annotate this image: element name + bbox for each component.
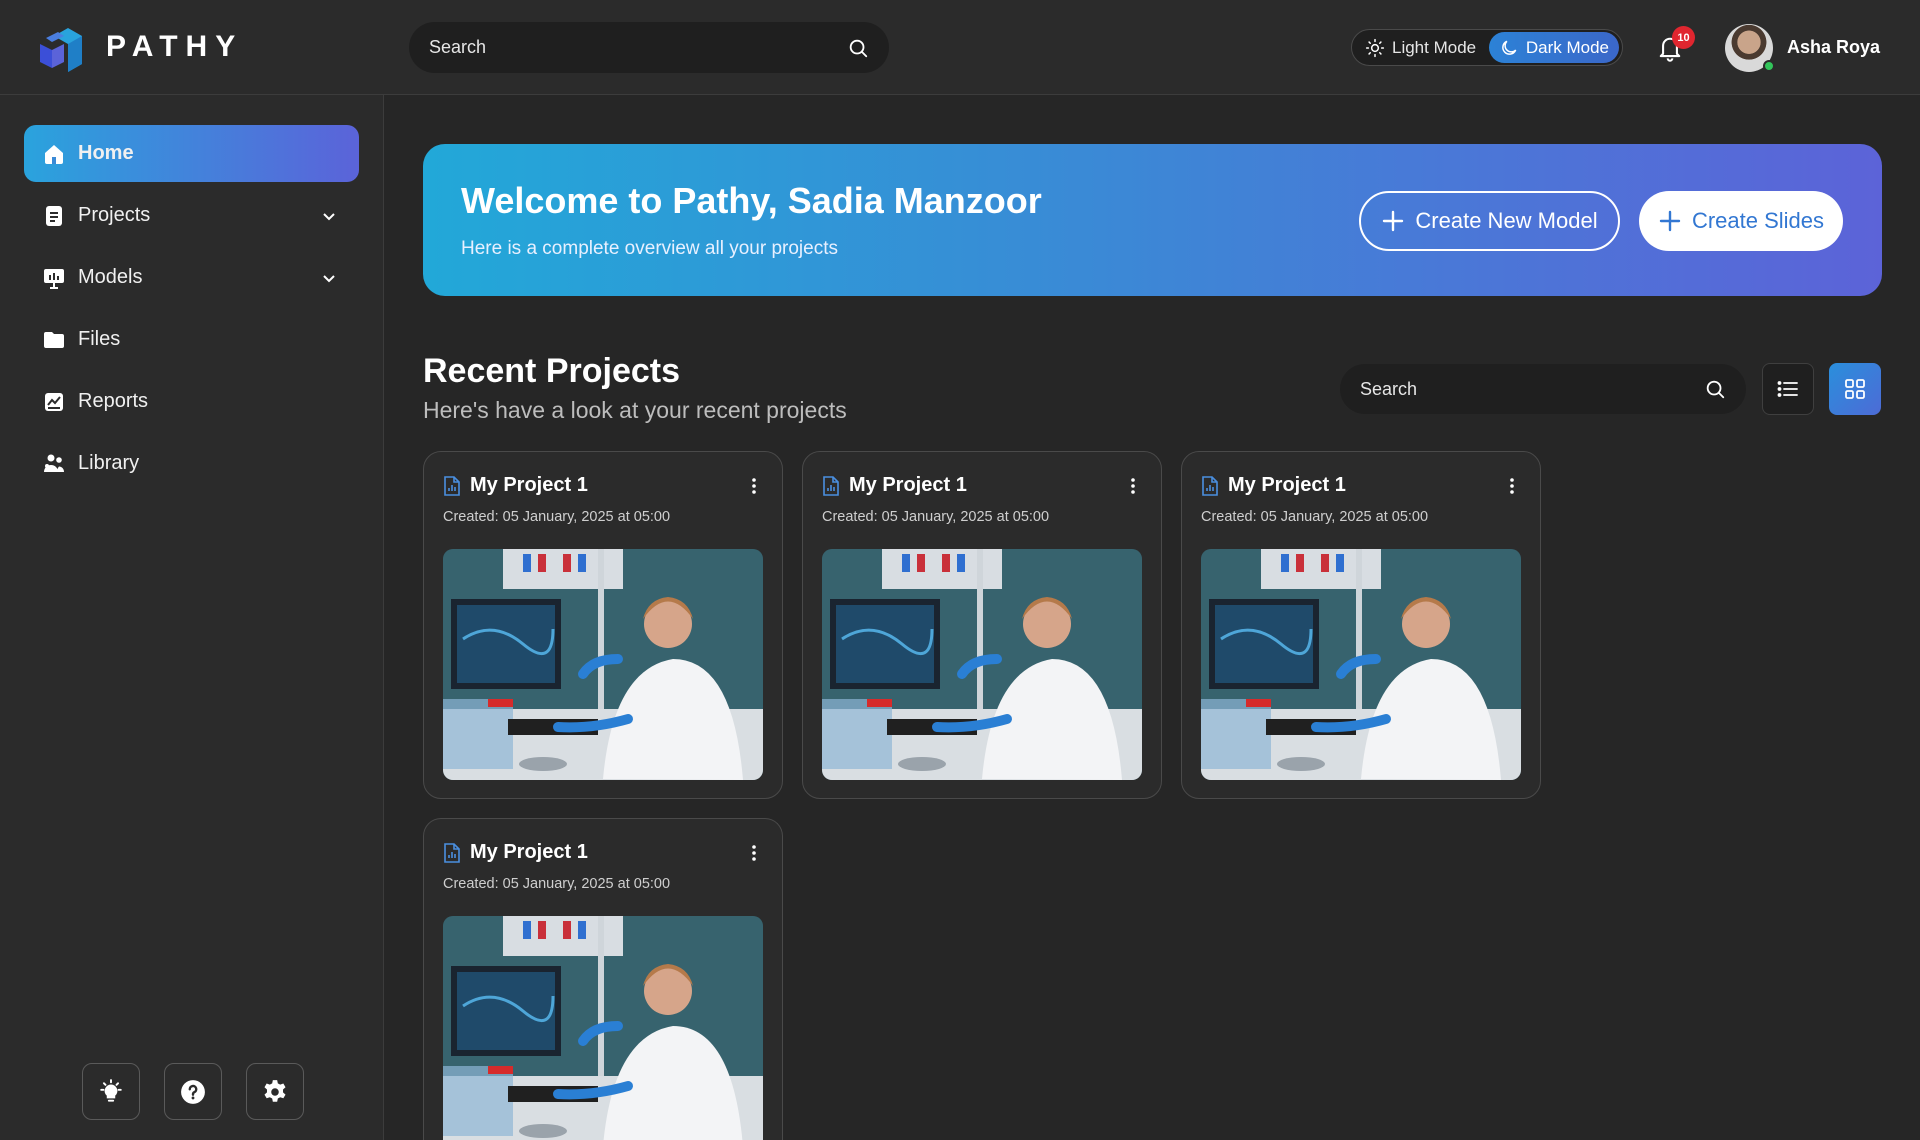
recent-projects-subtitle: Here's have a look at your recent projec… [423, 397, 847, 423]
project-card[interactable]: My Project 1 Created: 05 January, 2025 a… [802, 451, 1162, 799]
presentation-icon [44, 268, 64, 289]
sidebar-tools [82, 1063, 304, 1120]
create-new-model-label: Create New Model [1415, 208, 1598, 233]
sidebar-item-projects[interactable]: Projects [24, 187, 359, 244]
project-title[interactable]: My Project 1 [470, 841, 588, 864]
project-card[interactable]: My Project 1 Created: 05 January, 2025 a… [1181, 451, 1541, 799]
sidebar-item-home[interactable]: Home [24, 125, 359, 182]
create-slides-label: Create Slides [1691, 208, 1825, 233]
sidebar: Home Projects Models Files Reports Libra… [0, 95, 384, 1140]
create-new-model-button[interactable]: Create New Model [1359, 191, 1620, 251]
welcome-subtitle: Here is a complete overview all your pro… [461, 238, 838, 259]
more-options-icon[interactable] [750, 843, 758, 863]
projects-search-bar[interactable] [1340, 364, 1746, 414]
help-icon [181, 1079, 205, 1104]
chevron-down-icon[interactable] [321, 208, 337, 224]
project-created-date: Created: 05 January, 2025 at 05:00 [822, 509, 1050, 525]
project-title[interactable]: My Project 1 [470, 474, 588, 497]
more-options-icon[interactable] [1508, 476, 1516, 496]
light-mode-label: Light Mode [1392, 37, 1477, 57]
lab-scientist-image [443, 549, 763, 780]
sidebar-item-label: Projects [78, 204, 151, 226]
logo[interactable]: PATHY [36, 22, 243, 72]
library-icon [44, 454, 64, 472]
sidebar-item-files[interactable]: Files [24, 311, 359, 368]
moon-icon [1501, 40, 1517, 55]
project-created-date: Created: 05 January, 2025 at 05:00 [443, 876, 671, 892]
welcome-title: Welcome to Pathy, Sadia Manzoor [461, 180, 1042, 221]
project-file-icon [823, 475, 839, 496]
theme-toggle[interactable]: Light Mode Dark Mode [1351, 29, 1623, 66]
project-thumbnail[interactable] [443, 916, 763, 1140]
light-mode-option[interactable]: Light Mode [1355, 32, 1486, 63]
projects-search-input[interactable] [1360, 378, 1704, 400]
more-options-icon[interactable] [750, 476, 758, 496]
plus-icon [1383, 210, 1404, 232]
pathy-logo-icon [40, 28, 82, 72]
grid-view-button[interactable] [1829, 363, 1881, 415]
sidebar-item-label: Home [78, 142, 134, 164]
project-title[interactable]: My Project 1 [1228, 474, 1346, 497]
chevron-down-icon[interactable] [321, 270, 337, 286]
brand-name: PATHY [106, 30, 244, 63]
report-icon [45, 392, 63, 411]
settings-button[interactable] [246, 1063, 304, 1120]
global-search-bar[interactable] [409, 22, 889, 73]
sidebar-item-label: Reports [78, 390, 149, 412]
list-icon [1777, 381, 1798, 397]
folder-icon [44, 331, 64, 348]
sidebar-item-library[interactable]: Library [24, 435, 359, 492]
tips-button[interactable] [82, 1063, 140, 1120]
sidebar-item-label: Library [78, 452, 140, 474]
project-file-icon [1202, 475, 1218, 496]
welcome-banner: Welcome to Pathy, Sadia Manzoor Here is … [423, 144, 1882, 296]
notification-badge: 10 [1672, 26, 1695, 49]
recent-projects-title: Recent Projects [423, 352, 680, 390]
project-card[interactable]: My Project 1 Created: 05 January, 2025 a… [423, 818, 783, 1140]
dark-mode-label: Dark Mode [1525, 37, 1609, 57]
more-options-icon[interactable] [1129, 476, 1137, 496]
top-bar: PATHY Light Mode Dark Mode 1 [0, 0, 1920, 95]
project-thumbnail[interactable] [1201, 549, 1521, 780]
grid-icon [1845, 379, 1865, 399]
project-title[interactable]: My Project 1 [849, 474, 967, 497]
project-thumbnail[interactable] [822, 549, 1142, 780]
sidebar-item-models[interactable]: Models [24, 249, 359, 306]
project-created-date: Created: 05 January, 2025 at 05:00 [443, 509, 671, 525]
dark-mode-option[interactable]: Dark Mode [1488, 32, 1619, 63]
global-search-input[interactable] [429, 37, 847, 58]
lab-scientist-image [443, 916, 763, 1140]
settings-icon [264, 1079, 286, 1102]
project-card[interactable]: My Project 1 Created: 05 January, 2025 a… [423, 451, 783, 799]
online-status-dot [1763, 60, 1775, 72]
sidebar-item-label: Files [78, 328, 121, 350]
plus-icon [1659, 210, 1681, 232]
document-icon [46, 205, 62, 226]
project-file-icon [444, 475, 460, 496]
search-icon[interactable] [1704, 378, 1726, 400]
project-created-date: Created: 05 January, 2025 at 05:00 [1201, 509, 1429, 525]
user-name[interactable]: Asha Roya [1787, 37, 1880, 58]
sun-icon [1365, 38, 1385, 57]
home-icon [45, 144, 63, 164]
create-slides-button[interactable]: Create Slides [1639, 191, 1843, 251]
help-button[interactable] [164, 1063, 222, 1120]
lab-scientist-image [822, 549, 1142, 780]
search-icon[interactable] [847, 37, 869, 59]
project-file-icon [444, 842, 460, 863]
project-thumbnail[interactable] [443, 549, 763, 780]
lightbulb-icon [100, 1078, 122, 1102]
sidebar-item-reports[interactable]: Reports [24, 373, 359, 430]
list-view-button[interactable] [1762, 363, 1814, 415]
sidebar-item-label: Models [78, 266, 143, 288]
lab-scientist-image [1201, 549, 1521, 780]
user-avatar[interactable] [1725, 24, 1775, 72]
